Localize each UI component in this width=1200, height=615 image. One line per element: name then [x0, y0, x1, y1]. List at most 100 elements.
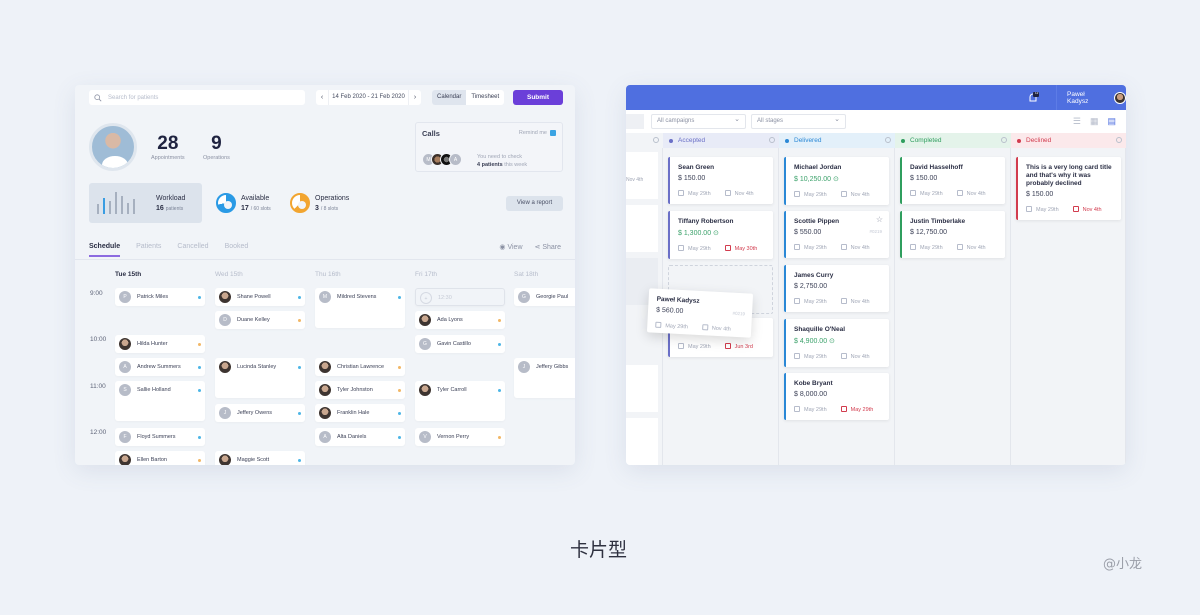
- appointment-card[interactable]: Tyler Johnston: [315, 381, 405, 399]
- calendar-icon: [678, 190, 684, 196]
- patient-name: 12:30: [438, 295, 452, 301]
- share-button[interactable]: ⋖ Share: [535, 243, 562, 251]
- campaigns-select[interactable]: All campaigns: [651, 113, 746, 129]
- submit-button[interactable]: Submit: [513, 90, 563, 105]
- appointment-card[interactable]: Shane Powell: [215, 288, 305, 306]
- appointment-card[interactable]: Hilda Hunter: [115, 335, 205, 353]
- deal-card[interactable]: Michael Jordan $ 10,250.00 ⊙ May 29th No…: [784, 157, 889, 205]
- card-start: May 29th: [794, 298, 827, 305]
- partial-card[interactable]: [626, 365, 658, 412]
- deal-card[interactable]: David Hasselhoff $ 150.00 May 29th Nov 4…: [900, 157, 1005, 204]
- card-start-date: May 29th: [804, 299, 827, 305]
- deal-card[interactable]: Scottie Pippen $ 550.00 #0219 ☆ May 29th …: [784, 211, 889, 258]
- deal-card[interactable]: Sean Green $ 150.00 May 29th Nov 4th: [668, 157, 773, 204]
- appointment-card[interactable]: G Gavin Castillo: [415, 335, 505, 353]
- deal-card[interactable]: This is a very long card title and that'…: [1016, 157, 1121, 220]
- tab-cancelled[interactable]: Cancelled: [177, 243, 208, 257]
- available-title: Available: [241, 195, 270, 202]
- card-meta: May 29th Nov 4th: [794, 353, 881, 360]
- star-icon[interactable]: ☆: [876, 215, 883, 224]
- patient-name: Patrick Miles: [137, 294, 169, 300]
- search-input[interactable]: Search for patients: [89, 90, 305, 105]
- card-meta: May 29th Nov 4th: [794, 298, 881, 305]
- card-due-date: May 30th: [734, 246, 758, 252]
- appointment-card[interactable]: Tyler Carroll: [415, 381, 505, 421]
- deal-card[interactable]: James Curry $ 2,750.00 May 29th Nov 4th: [784, 265, 889, 312]
- appointment-card[interactable]: Lucinda Stanley: [215, 358, 305, 398]
- appointment-card[interactable]: J Jeffery Owens: [215, 404, 305, 422]
- appointment-card[interactable]: Christian Lawrence: [315, 358, 405, 376]
- user-avatar[interactable]: [1114, 91, 1126, 104]
- document-icon[interactable]: ▤: [1107, 116, 1116, 127]
- appointment-card[interactable]: A Alta Daniels: [315, 428, 405, 446]
- appointment-card[interactable]: Maggie Scott: [215, 451, 305, 465]
- prev-week-button[interactable]: ‹: [316, 94, 328, 101]
- view-button[interactable]: ◉ View: [499, 243, 522, 251]
- status-dot: [398, 296, 401, 299]
- calendar-icon: [794, 191, 800, 197]
- add-appointment-slot[interactable]: +12:30: [415, 288, 505, 306]
- next-week-button[interactable]: ›: [409, 94, 421, 101]
- appointment-card[interactable]: D Duane Kelley: [215, 311, 305, 329]
- appointment-card[interactable]: F Floyd Summers: [115, 428, 205, 446]
- collapse-icon[interactable]: [1116, 137, 1122, 143]
- appointment-card[interactable]: Franklin Hale: [315, 404, 405, 422]
- remind-me-checkbox[interactable]: [550, 130, 556, 136]
- call-avatar[interactable]: A: [449, 153, 462, 166]
- timesheet-view-button[interactable]: Timesheet: [466, 90, 504, 105]
- calendar-icon: [1026, 206, 1032, 212]
- status-dot: [198, 296, 201, 299]
- checkbox-icon: [724, 245, 731, 251]
- view-report-button[interactable]: View a report: [506, 196, 563, 211]
- deal-card[interactable]: Justin Timberlake $ 12,750.00 May 29th N…: [900, 211, 1005, 258]
- dragging-card[interactable]: Paweł Kadysz $ 560.00 #0219 May 29th Nov…: [646, 288, 754, 338]
- card-amount-value: $ 1,300.00: [678, 230, 712, 237]
- tab-schedule[interactable]: Schedule: [89, 243, 121, 257]
- appointment-card[interactable]: A Andrew Summers: [115, 358, 205, 376]
- deal-card[interactable]: Kobe Bryant $ 8,000.00 May 29th May 29th: [784, 373, 889, 420]
- doctor-avatar[interactable]: [89, 123, 137, 171]
- appointment-card[interactable]: J Jeffery Gibbs: [514, 358, 575, 398]
- calendar-view-button[interactable]: Calendar: [432, 90, 467, 105]
- partial-card[interactable]: [626, 205, 658, 252]
- collapse-icon[interactable]: [885, 137, 891, 143]
- collapse-icon[interactable]: [769, 137, 775, 143]
- appointment-card[interactable]: P Patrick Miles: [115, 288, 205, 306]
- remind-me-toggle[interactable]: Remind me: [519, 130, 556, 136]
- partial-card[interactable]: Nov 4th: [626, 152, 658, 199]
- column-header: Delivered: [779, 133, 895, 148]
- check-circle-icon: ⊙: [832, 176, 839, 183]
- calendar-icon: [910, 190, 916, 196]
- grid-view-icon[interactable]: ▦: [1090, 116, 1099, 127]
- status-dot: [298, 366, 301, 369]
- list-view-icon[interactable]: ☰: [1073, 116, 1081, 127]
- operations-count: 9: [211, 133, 222, 154]
- collapse-icon[interactable]: [653, 137, 659, 143]
- patient-name: Vernon Perry: [437, 434, 470, 440]
- collapsed-filter[interactable]: [626, 114, 644, 129]
- card-due: May 30th: [724, 245, 758, 252]
- appointment-card[interactable]: Ellen Barton: [115, 451, 205, 465]
- checkbox-icon: [724, 190, 731, 196]
- deal-card[interactable]: Shaquille O'Neal $ 4,900.00 ⊙ May 29th N…: [784, 319, 889, 367]
- appointment-card[interactable]: G Georgie Paul: [514, 288, 575, 306]
- tab-patients[interactable]: Patients: [136, 243, 161, 257]
- tab-booked[interactable]: Booked: [225, 243, 249, 257]
- card-due: Nov 4th: [840, 191, 870, 198]
- user-menu[interactable]: Paweł Kadysz: [1056, 85, 1126, 110]
- check-circle-icon: ⊙: [829, 338, 835, 345]
- stages-select[interactable]: All stages: [751, 113, 846, 129]
- appointment-card[interactable]: S Sallie Holland: [115, 381, 205, 421]
- appointment-card[interactable]: V Vernon Perry: [415, 428, 505, 446]
- partial-card[interactable]: [626, 418, 658, 465]
- collapse-icon[interactable]: [1001, 137, 1007, 143]
- deal-card[interactable]: Tiffany Robertson $ 1,300.00 ⊙ May 29th …: [668, 211, 773, 259]
- patient-name: Ellen Barton: [137, 457, 167, 463]
- workload-card[interactable]: Workload 16 patients: [89, 183, 202, 223]
- date-range-label[interactable]: 14 Feb 2020 - 21 Feb 2020: [328, 90, 409, 105]
- patient-name: Georgie Paul: [536, 294, 569, 300]
- available-value: 17: [241, 205, 249, 212]
- checkbox-icon: [701, 324, 709, 331]
- appointment-card[interactable]: Ada Lyons: [415, 311, 505, 329]
- appointment-card[interactable]: M Mildred Stevens: [315, 288, 405, 328]
